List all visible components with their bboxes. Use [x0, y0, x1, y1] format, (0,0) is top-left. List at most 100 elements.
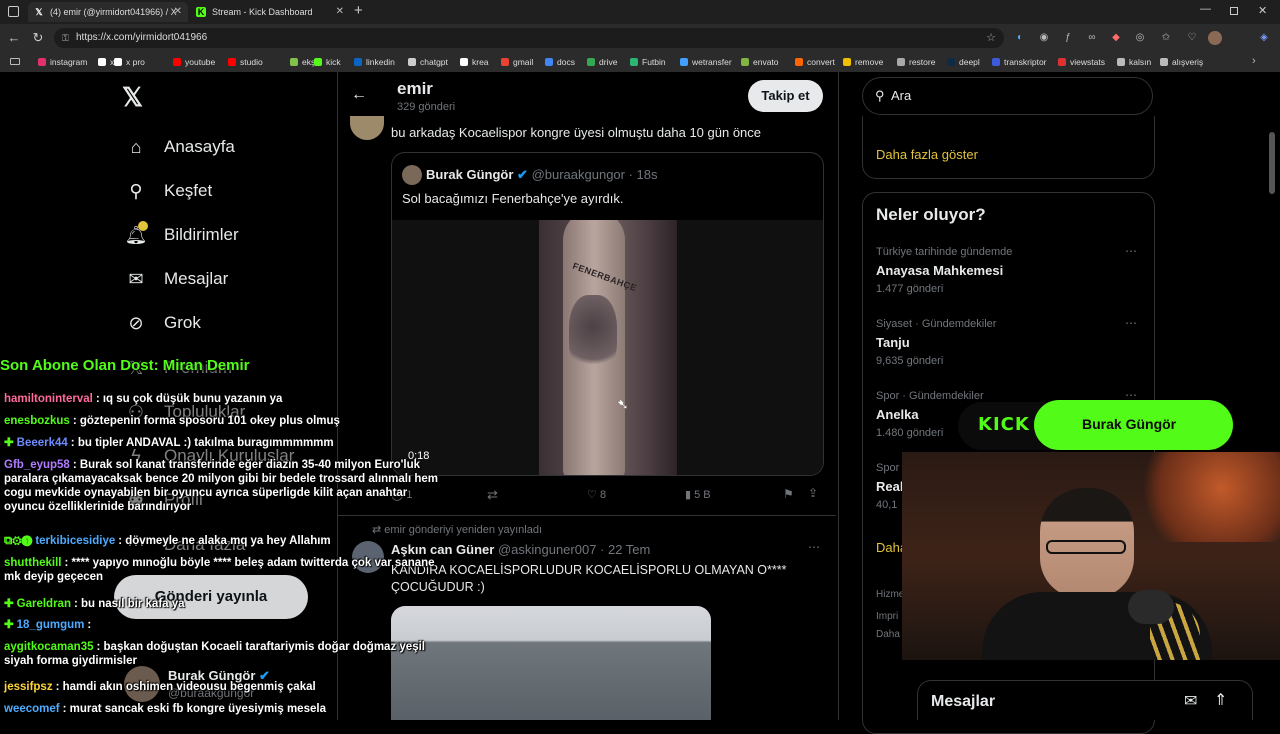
tab-x-profile[interactable]: 𝕏 (4) emir (@yirmidort041966) / X ✕: [28, 2, 188, 22]
views-button[interactable]: ▮ 5 B: [685, 488, 711, 501]
bookmark-favicon-icon: [501, 58, 509, 66]
sidebar-item-messages[interactable]: ✉ Mesajlar: [124, 266, 228, 292]
messages-drawer[interactable]: Mesajlar ✉ ⇑: [917, 680, 1253, 720]
bookmark-item[interactable]: remove: [843, 52, 883, 72]
expand-icon[interactable]: ⇑: [1214, 690, 1227, 710]
favorites-icon[interactable]: ✩: [1158, 30, 1174, 46]
bookmark-label: docs: [557, 57, 575, 67]
share-icon[interactable]: ⇪: [808, 486, 818, 500]
bookmark-item[interactable]: chatgpt: [408, 52, 448, 72]
sidebar-item-notifications[interactable]: 🔔︎ Bildirimler: [124, 221, 239, 248]
show-more-link[interactable]: Daha fazla göster: [876, 147, 978, 162]
trend-context: Spor · Gündemdekiler: [876, 390, 984, 402]
avatar: [402, 165, 422, 185]
repost-button[interactable]: ⇄: [487, 487, 498, 503]
bookmark-item[interactable]: krea: [460, 52, 489, 72]
favorite-star-icon[interactable]: ☆: [986, 28, 996, 48]
tweet-more-icon[interactable]: ⋯: [808, 540, 820, 554]
video-player[interactable]: FENERBAHÇE 0:18: [392, 220, 823, 475]
trend-more-icon[interactable]: ⋯: [1125, 316, 1137, 330]
footer-link[interactable]: Daha: [876, 629, 900, 640]
webcam-glasses: [1046, 540, 1126, 554]
bookmark-favicon-icon: [354, 58, 362, 66]
sidebar-item-grok[interactable]: ⊘ Grok: [124, 310, 200, 336]
close-tab-icon[interactable]: ✕: [336, 2, 344, 22]
url-field[interactable]: ⚿ https://x.com/yirmidort041966 ☆: [54, 28, 1004, 48]
maximize-icon[interactable]: [1230, 7, 1238, 15]
sidebar-item-label: Keşfet: [164, 181, 213, 200]
bookmark-label: chatgpt: [420, 57, 448, 67]
bookmark-label: transkriptor: [1004, 57, 1047, 67]
bookmark-item[interactable]: drive: [587, 52, 617, 72]
bookmark-item[interactable]: kick: [314, 52, 341, 72]
like-button[interactable]: ♡ 8: [587, 488, 606, 501]
bookmark-favicon-icon: [228, 58, 236, 66]
bookmark-item[interactable]: envato: [741, 52, 779, 72]
bookmark-item[interactable]: studio: [228, 52, 263, 72]
copilot-icon[interactable]: ◈: [1256, 30, 1272, 46]
minimize-icon[interactable]: —: [1200, 3, 1211, 15]
bookmark-item[interactable]: linkedin: [354, 52, 395, 72]
new-message-icon[interactable]: ✉: [1184, 691, 1197, 711]
chat-text: : hamdi akın oshimen videousu begenmiş ç…: [55, 681, 316, 693]
tab-actions-icon[interactable]: [8, 6, 19, 17]
bookmark-item[interactable]: viewstats: [1058, 52, 1105, 72]
follow-button[interactable]: Takip et: [748, 80, 823, 112]
chat-message: ✚ Gareldran: bu nasıl bir kafa ya: [4, 597, 185, 611]
reading-mode-icon[interactable]: [10, 58, 20, 65]
sidebar-item-label: Bildirimler: [164, 225, 239, 244]
bookmark-item[interactable]: kalsın: [1117, 52, 1151, 72]
bookmark-icon[interactable]: ⚑: [783, 487, 794, 501]
sidebar-item-home[interactable]: ⌂ Anasayfa: [124, 134, 235, 160]
scrollbar-thumb[interactable]: [1269, 132, 1275, 194]
extension-icon[interactable]: ◐: [1012, 30, 1028, 46]
bookmark-item[interactable]: instagram: [38, 52, 87, 72]
bookmark-item[interactable]: youtube: [173, 52, 215, 72]
bookmark-item[interactable]: deepl: [947, 52, 980, 72]
chat-username: weecomef: [4, 703, 60, 715]
mail-icon: ✉: [128, 269, 144, 289]
verified-badge-icon: ✔: [517, 167, 528, 182]
back-icon[interactable]: ←: [6, 30, 22, 46]
trend-name: Tanju: [876, 335, 910, 350]
bookmark-label: Futbin: [642, 57, 666, 67]
bookmark-item[interactable]: x: [98, 52, 114, 72]
chat-username: enesbozkus: [4, 415, 70, 427]
x-logo-icon[interactable]: 𝕏: [122, 82, 143, 113]
bookmark-label: remove: [855, 57, 884, 67]
chat-message: ✚ 18_gumgum:: [4, 618, 91, 632]
bookmark-item[interactable]: transkriptor: [992, 52, 1047, 72]
extension-icon[interactable]: ∞: [1084, 30, 1100, 46]
bookmark-item[interactable]: x pro: [114, 52, 145, 72]
extension-icon[interactable]: ◎: [1132, 30, 1148, 46]
bookmark-item[interactable]: Futbin: [630, 52, 666, 72]
close-window-icon[interactable]: ✕: [1258, 4, 1267, 17]
bookmarks-overflow-icon[interactable]: ›: [1252, 55, 1256, 67]
bookmark-label: krea: [472, 57, 489, 67]
trend-more-icon[interactable]: ⋯: [1125, 244, 1137, 258]
bookmark-item[interactable]: restore: [897, 52, 935, 72]
extension-icon[interactable]: ◆: [1108, 30, 1124, 46]
footer-link[interactable]: Impri: [876, 611, 898, 622]
extension-icon[interactable]: ◉: [1036, 30, 1052, 46]
bookmark-item[interactable]: convert: [795, 52, 835, 72]
streamer-name: Burak Güngör: [1082, 416, 1177, 432]
new-tab-icon[interactable]: +: [354, 2, 363, 19]
reload-icon[interactable]: ↻: [30, 30, 46, 46]
bookmark-label: linkedin: [366, 57, 395, 67]
bookmark-item[interactable]: docs: [545, 52, 575, 72]
health-icon[interactable]: ♡: [1184, 30, 1200, 46]
bookmark-item[interactable]: alışveriş: [1160, 52, 1203, 72]
bookmark-item[interactable]: wetransfer: [680, 52, 732, 72]
chat-message: aygitkocaman35: başkan doğuştan Kocaeli …: [4, 640, 444, 668]
extension-icon[interactable]: ƒ: [1060, 30, 1076, 46]
close-tab-icon[interactable]: ✕: [174, 2, 182, 22]
sidebar-item-explore[interactable]: ⚲ Keşfet: [124, 178, 212, 204]
bookmark-item[interactable]: gmail: [501, 52, 533, 72]
tab-kick-dashboard[interactable]: K Stream - Kick Dashboard ✕: [190, 2, 350, 22]
footer-link[interactable]: Hizme: [876, 589, 904, 600]
back-arrow-icon[interactable]: ←: [351, 86, 367, 104]
search-input[interactable]: ⚲ Ara: [862, 77, 1153, 115]
quote-tweet-card[interactable]: Burak Güngör ✔ @buraakgungor · 18s Sol b…: [391, 152, 824, 476]
profile-avatar-icon[interactable]: [1208, 31, 1222, 45]
